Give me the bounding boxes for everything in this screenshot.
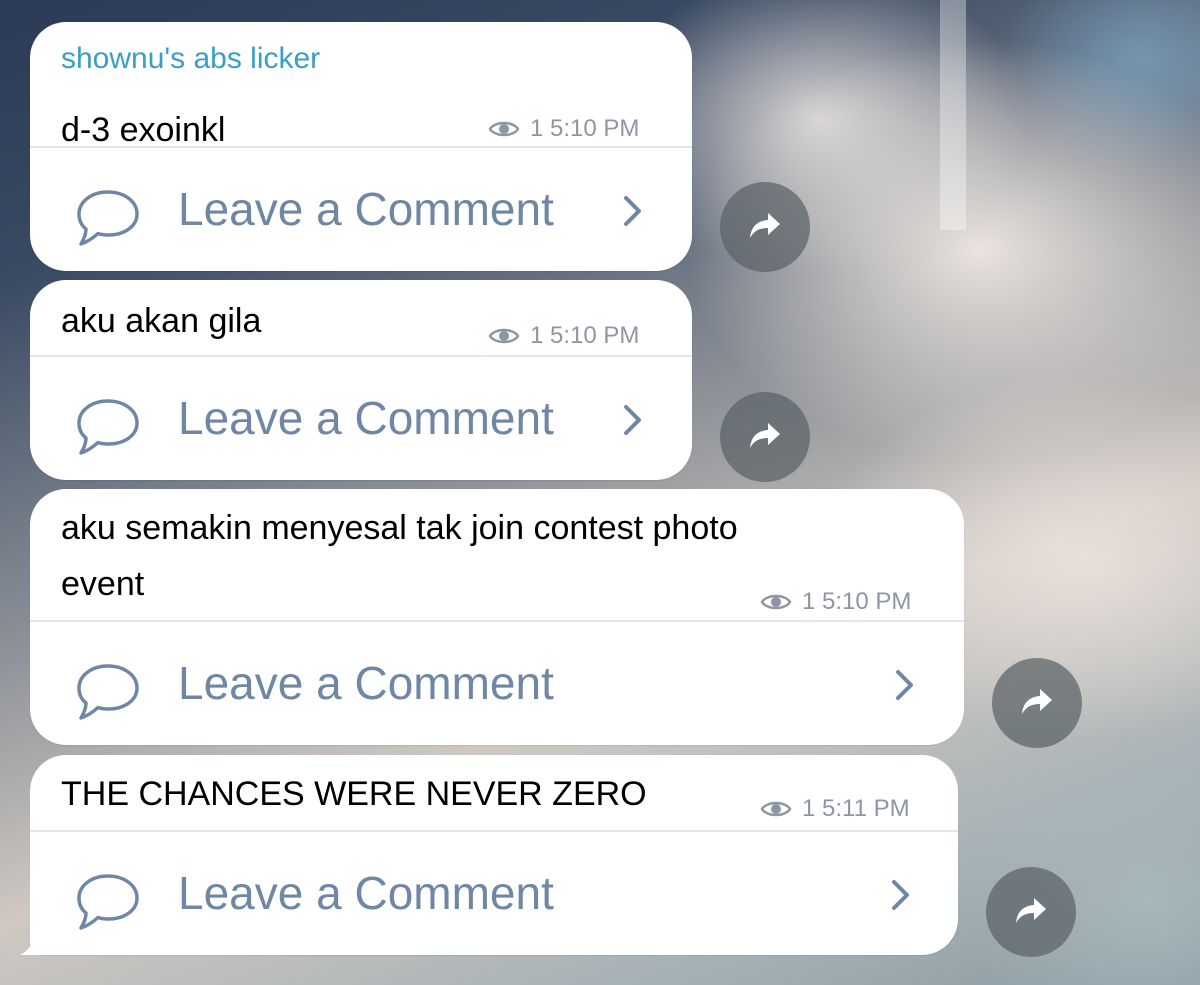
share-arrow-icon <box>748 211 782 244</box>
share-arrow-icon <box>1014 896 1048 929</box>
leave-comment-button[interactable]: Leave a Comment <box>30 148 692 272</box>
eye-icon <box>760 798 792 820</box>
view-count: 1 <box>530 322 544 349</box>
chevron-right-icon <box>622 194 644 233</box>
message-meta: 1 5:11 PM <box>760 795 910 823</box>
message-bubble[interactable]: aku semakin menyesal tak join contest ph… <box>30 489 964 745</box>
wallpaper-window-pane <box>940 0 966 230</box>
view-count: 1 <box>530 115 544 142</box>
speech-bubble-icon <box>75 397 141 462</box>
message-text: aku akan gila <box>61 302 262 340</box>
message-meta: 1 5:10 PM <box>488 115 639 143</box>
leave-comment-label[interactable]: Leave a Comment <box>178 391 554 445</box>
message-meta: 1 5:10 PM <box>760 588 911 616</box>
message-time: 5:10 PM <box>550 322 640 349</box>
leave-comment-label[interactable]: Leave a Comment <box>178 182 554 236</box>
chevron-right-icon <box>622 403 644 442</box>
share-button[interactable] <box>986 867 1076 957</box>
message-bubble[interactable]: aku akan gila 1 5:10 PM Leave a Comment <box>30 280 692 480</box>
leave-comment-button[interactable]: Leave a Comment <box>30 832 958 956</box>
message-meta: 1 5:10 PM <box>488 322 639 350</box>
eye-icon <box>760 591 792 613</box>
share-arrow-icon <box>1020 687 1054 720</box>
share-button[interactable] <box>720 392 810 482</box>
chevron-right-icon <box>894 668 916 707</box>
message-time: 5:11 PM <box>822 795 910 822</box>
leave-comment-button[interactable]: Leave a Comment <box>30 357 692 481</box>
view-count: 1 <box>802 795 816 822</box>
share-arrow-icon <box>748 421 782 454</box>
message-time: 5:10 PM <box>822 588 912 615</box>
leave-comment-label[interactable]: Leave a Comment <box>178 656 554 710</box>
bubble-tail <box>20 920 58 955</box>
message-bubble[interactable]: shownu's abs licker d-3 exoinkl 1 5:10 P… <box>30 22 692 271</box>
speech-bubble-icon <box>75 662 141 727</box>
chevron-right-icon <box>890 878 912 917</box>
message-text: THE CHANCES WERE NEVER ZERO <box>61 775 647 813</box>
view-count: 1 <box>802 588 816 615</box>
share-button[interactable] <box>720 182 810 272</box>
leave-comment-label[interactable]: Leave a Comment <box>178 866 554 920</box>
message-time: 5:10 PM <box>550 115 640 142</box>
sender-name[interactable]: shownu's abs licker <box>61 42 320 76</box>
speech-bubble-icon <box>75 188 141 253</box>
eye-icon <box>488 118 520 140</box>
message-text: aku semakin menyesal tak join contest ph… <box>61 509 738 603</box>
eye-icon <box>488 325 520 347</box>
leave-comment-button[interactable]: Leave a Comment <box>30 622 964 746</box>
share-button[interactable] <box>992 658 1082 748</box>
message-bubble[interactable]: THE CHANCES WERE NEVER ZERO 1 5:11 PM Le… <box>30 755 958 955</box>
speech-bubble-icon <box>75 872 141 937</box>
